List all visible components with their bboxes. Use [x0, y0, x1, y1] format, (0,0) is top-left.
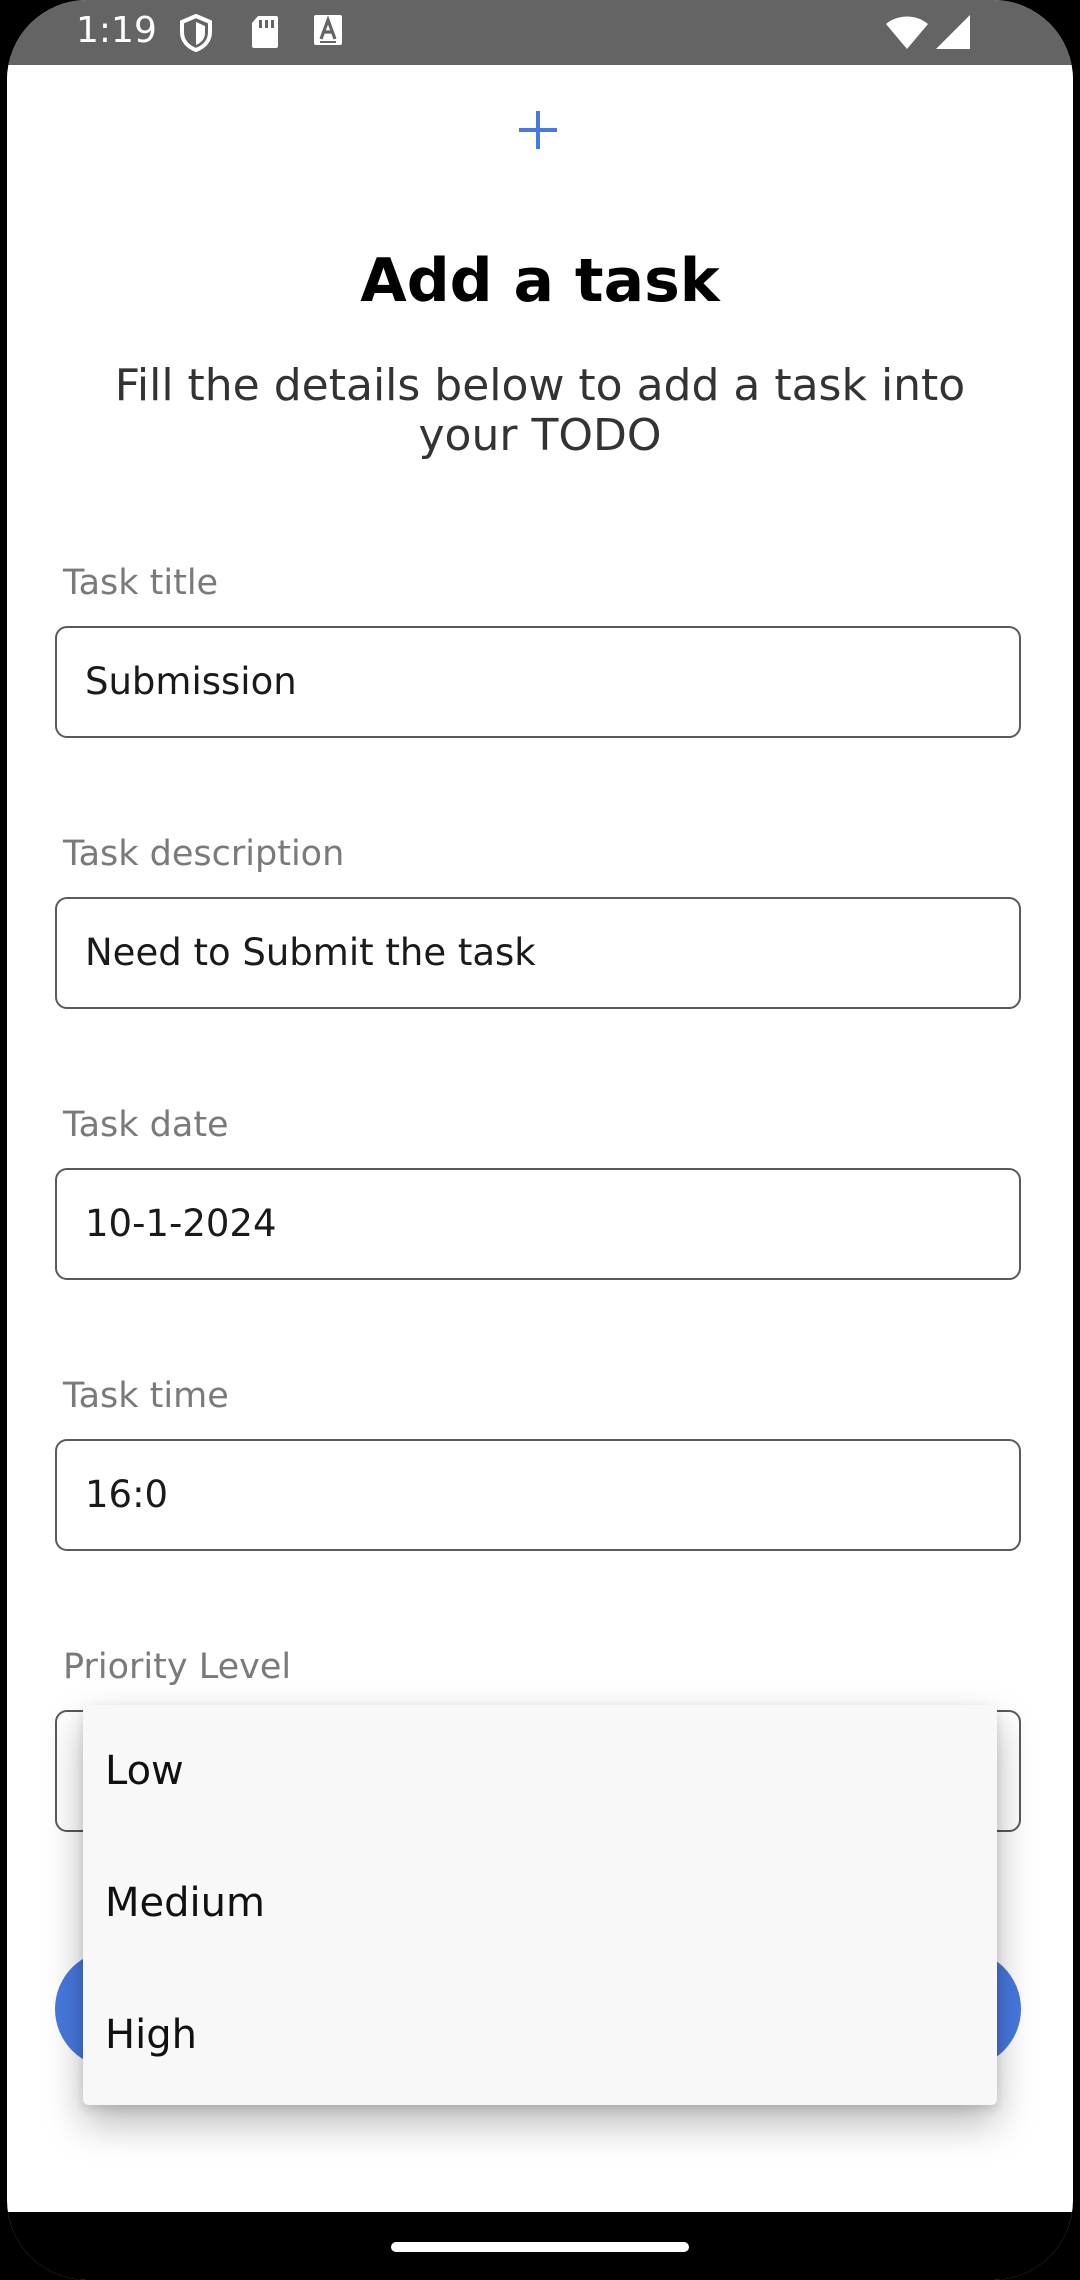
- screen: 1:19 Add a task Fill the details below t…: [7, 0, 1073, 2280]
- status-bar: 1:19: [7, 0, 1073, 65]
- task-title-label: Task title: [63, 563, 219, 603]
- home-indicator[interactable]: [391, 2242, 689, 2252]
- priority-option-label: Low: [105, 1748, 184, 1794]
- task-description-label: Task description: [63, 834, 345, 874]
- priority-option-medium[interactable]: Medium: [83, 1837, 997, 1969]
- signal-icon: [935, 14, 971, 54]
- wifi-icon: [885, 16, 929, 54]
- navigation-bar: [7, 2212, 1073, 2280]
- page-title: Add a task: [360, 246, 720, 316]
- text-a-icon: [313, 14, 343, 50]
- priority-option-low[interactable]: Low: [83, 1705, 997, 1837]
- shield-icon: [179, 13, 213, 56]
- task-date-value: 10-1-2024: [85, 1202, 277, 1245]
- task-time-label: Task time: [63, 1376, 229, 1416]
- priority-option-high[interactable]: High: [83, 1969, 997, 2101]
- sd-card-icon: [250, 14, 280, 54]
- phone-frame: 1:19 Add a task Fill the details below t…: [0, 0, 1080, 2280]
- status-time: 1:19: [76, 10, 157, 51]
- plus-icon: [515, 107, 561, 153]
- task-time-input[interactable]: 16:0: [55, 1439, 1021, 1551]
- task-title-value: Submission: [85, 660, 297, 703]
- task-date-label: Task date: [63, 1105, 229, 1145]
- task-date-input[interactable]: 10-1-2024: [55, 1168, 1021, 1280]
- priority-option-label: High: [105, 2012, 197, 2058]
- add-task-screen: Add a task Fill the details below to add…: [7, 65, 1073, 2190]
- task-description-value: Need to Submit the task: [85, 931, 536, 974]
- task-time-value: 16:0: [85, 1473, 169, 1516]
- priority-level-label: Priority Level: [63, 1647, 292, 1687]
- priority-dropdown-menu: Low Medium High: [83, 1705, 997, 2105]
- priority-option-label: Medium: [105, 1880, 265, 1926]
- task-title-input[interactable]: Submission: [55, 626, 1021, 738]
- page-subtitle: Fill the details below to add a task int…: [114, 360, 966, 461]
- task-description-input[interactable]: Need to Submit the task: [55, 897, 1021, 1009]
